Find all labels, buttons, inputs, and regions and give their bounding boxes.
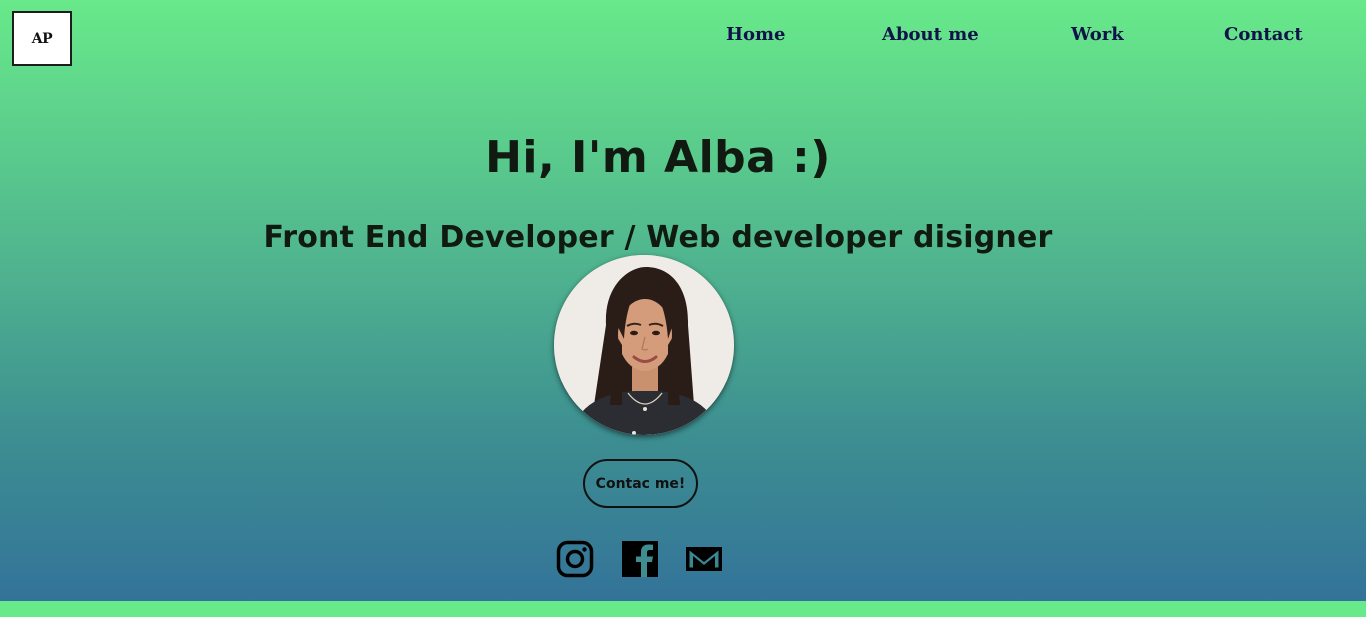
instagram-icon[interactable] xyxy=(556,540,594,578)
facebook-icon[interactable] xyxy=(621,540,659,578)
hero-subtitle: Front End Developer / Web developer disi… xyxy=(263,220,1053,255)
hero-title: Hi, I'm Alba :) xyxy=(485,132,831,183)
contact-me-button[interactable]: Contac me! xyxy=(583,459,698,508)
mail-icon[interactable] xyxy=(685,540,723,578)
profile-photo xyxy=(554,255,734,435)
logo[interactable]: AP xyxy=(12,11,72,66)
nav-about-me[interactable]: About me xyxy=(882,24,979,52)
nav-work[interactable]: Work xyxy=(1071,24,1124,52)
nav-contact[interactable]: Contact xyxy=(1224,24,1303,52)
hero-section: AP Home About me Work Contact Hi, I'm Al… xyxy=(0,0,1366,601)
avatar xyxy=(554,255,734,435)
nav-home[interactable]: Home xyxy=(726,24,786,52)
